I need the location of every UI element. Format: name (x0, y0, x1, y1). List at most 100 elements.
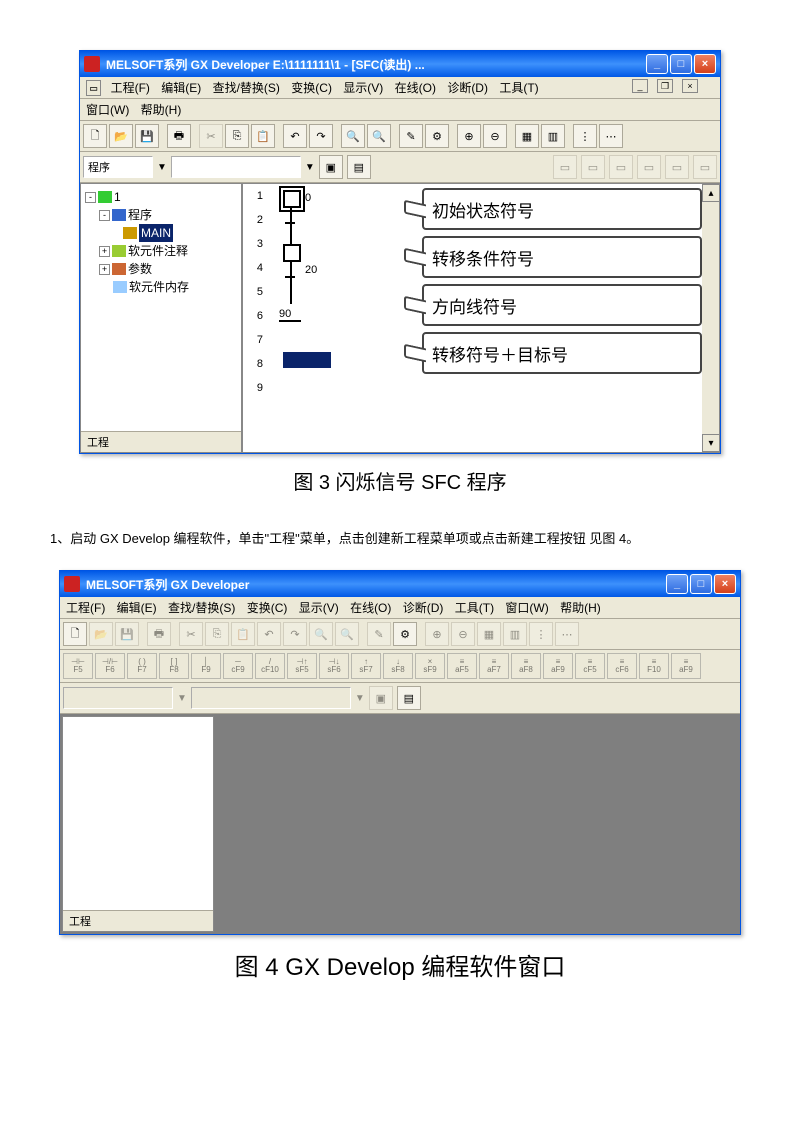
selected-step[interactable] (283, 352, 331, 368)
sysmenu-icon[interactable]: ▭ (86, 80, 101, 96)
project-tree: 工程 (62, 716, 214, 932)
print-button[interactable]: 🖶 (167, 124, 191, 148)
tool-e[interactable]: ⋮ (573, 124, 597, 148)
step-select[interactable] (171, 156, 301, 178)
k5: ▭ (665, 155, 689, 179)
menu-edit[interactable]: 编辑(E) (117, 601, 157, 615)
k3: ▭ (609, 155, 633, 179)
print-button[interactable]: 🖶 (147, 622, 171, 646)
workspace: -1 -程序 MAIN +软元件注释 +参数 软元件内存 工程 1 2 3 4 … (80, 183, 720, 453)
redo-button[interactable]: ↷ (309, 124, 333, 148)
nav-b[interactable]: ▤ (397, 686, 421, 710)
row-4: 4 (243, 262, 267, 286)
f9-key: │F9 (191, 653, 221, 679)
find-button[interactable]: 🔍 (341, 124, 365, 148)
tool-a[interactable]: ✎ (399, 124, 423, 148)
expand-icon[interactable]: + (99, 246, 110, 257)
tool-f[interactable]: ⋯ (599, 124, 623, 148)
app-window-2: MELSOFT系列 GX Developer _ □ × 工程(F) 编辑(E)… (59, 570, 741, 935)
menu-help[interactable]: 帮助(H) (560, 601, 601, 615)
minimize-button[interactable]: _ (666, 574, 688, 594)
toolbar-prog: 程序 ▼ ▼ ▣ ▤ ▭ ▭ ▭ ▭ ▭ ▭ (80, 152, 720, 183)
tree-root[interactable]: 1 (114, 188, 121, 206)
find2-button[interactable]: 🔍 (367, 124, 391, 148)
mdi-min[interactable]: _ (632, 79, 648, 93)
tree-comment[interactable]: 软元件注释 (128, 242, 188, 260)
tool-b[interactable]: ⚙ (393, 622, 417, 646)
menu-help[interactable]: 帮助(H) (141, 103, 182, 117)
sfc-editor[interactable]: 1 2 3 4 5 6 7 8 9 0 20 90 初始状态符号 (242, 183, 720, 453)
vscrollbar[interactable]: ▴ ▾ (702, 184, 719, 452)
menu-diag[interactable]: 诊断(D) (447, 81, 488, 95)
menu-diag[interactable]: 诊断(D) (403, 601, 444, 615)
close-button[interactable]: × (694, 54, 716, 74)
expand-icon[interactable]: - (99, 210, 110, 221)
sf5-key: ⊣↑sF5 (287, 653, 317, 679)
close-button[interactable]: × (714, 574, 736, 594)
menu-window[interactable]: 窗口(W) (505, 601, 548, 615)
tool-b[interactable]: ⚙ (425, 124, 449, 148)
menu-convert[interactable]: 变换(C) (291, 81, 332, 95)
project-tree: -1 -程序 MAIN +软元件注释 +参数 软元件内存 工程 (80, 183, 242, 453)
menu-window[interactable]: 窗口(W) (86, 103, 129, 117)
minimize-button[interactable]: _ (646, 54, 668, 74)
copy-button[interactable]: ⎘ (225, 124, 249, 148)
menu-edit[interactable]: 编辑(E) (161, 81, 201, 95)
new-button[interactable]: 🗋 (63, 622, 87, 646)
menu-project[interactable]: 工程(F) (111, 81, 150, 95)
menu-convert[interactable]: 变换(C) (247, 601, 288, 615)
nav-b[interactable]: ▤ (347, 155, 371, 179)
maximize-button[interactable]: □ (670, 54, 692, 74)
cf6-key: ≡cF6 (607, 653, 637, 679)
tree-tab[interactable]: 工程 (81, 431, 241, 452)
cut-button[interactable]: ✂ (199, 124, 223, 148)
scroll-down-icon[interactable]: ▾ (702, 434, 720, 452)
menu-online[interactable]: 在线(O) (395, 81, 436, 95)
app-icon (64, 576, 80, 592)
tree-program[interactable]: 程序 (128, 206, 152, 224)
open-button[interactable]: 📂 (89, 622, 113, 646)
menu-tools[interactable]: 工具(T) (455, 601, 494, 615)
sfc-diagram[interactable]: 0 20 90 初始状态符号 转移条件符号 方向线符号 转移符号＋目标号 (267, 184, 702, 452)
save-button[interactable]: 💾 (135, 124, 159, 148)
row-5: 5 (243, 286, 267, 310)
zoom-in-button[interactable]: ⊕ (457, 124, 481, 148)
fkey-toolbar: ⊣⊢F5 ⊣/⊢F6 ( )F7 [ ]F8 │F9 ─cF9 /cF10 ⊣↑… (60, 650, 740, 683)
tree-devmem[interactable]: 软元件内存 (129, 278, 189, 296)
paste-button: 📋 (231, 622, 255, 646)
mdi-close[interactable]: × (682, 79, 698, 93)
window-title: MELSOFT系列 GX Developer (86, 576, 666, 593)
menu-project[interactable]: 工程(F) (66, 601, 105, 615)
dropdown2-icon[interactable]: ▼ (305, 162, 315, 173)
undo-button[interactable]: ↶ (283, 124, 307, 148)
save-button[interactable]: 💾 (115, 622, 139, 646)
menu-find[interactable]: 查找/替换(S) (213, 81, 280, 95)
hscrollbar[interactable]: ◂ ▸ (243, 452, 719, 453)
tool-c[interactable]: ▦ (515, 124, 539, 148)
tool-d[interactable]: ▥ (541, 124, 565, 148)
menu-view[interactable]: 显示(V) (299, 601, 339, 615)
sf7-key: ↑sF7 (351, 653, 381, 679)
new-button[interactable]: 🗋 (83, 124, 107, 148)
mdi-restore[interactable]: ❐ (657, 79, 673, 93)
tree-param[interactable]: 参数 (128, 260, 152, 278)
nav-a[interactable]: ▣ (319, 155, 343, 179)
menu-tools[interactable]: 工具(T) (499, 81, 538, 95)
expand-icon[interactable]: - (85, 192, 96, 203)
tool-d: ▥ (503, 622, 527, 646)
open-button[interactable]: 📂 (109, 124, 133, 148)
paste-button[interactable]: 📋 (251, 124, 275, 148)
expand-icon[interactable]: + (99, 264, 110, 275)
find-button: 🔍 (309, 622, 333, 646)
zoom-out-button[interactable]: ⊖ (483, 124, 507, 148)
tree-tab[interactable]: 工程 (63, 910, 213, 931)
program-select[interactable]: 程序 (83, 156, 153, 178)
dropdown-icon[interactable]: ▼ (157, 162, 167, 173)
menu-find[interactable]: 查找/替换(S) (168, 601, 235, 615)
menu-online[interactable]: 在线(O) (350, 601, 391, 615)
maximize-button[interactable]: □ (690, 574, 712, 594)
window-title: MELSOFT系列 GX Developer E:\1111111\1 - [S… (106, 56, 646, 73)
scroll-up-icon[interactable]: ▴ (702, 184, 720, 202)
tree-main[interactable]: MAIN (139, 224, 173, 242)
menu-view[interactable]: 显示(V) (343, 81, 383, 95)
